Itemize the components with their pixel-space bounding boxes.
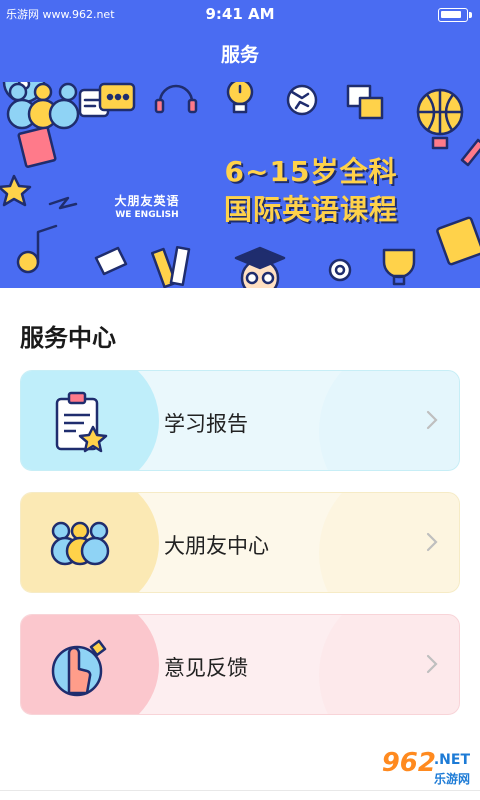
top-bar: 乐游网 www.962.net 9:41 AM 服务	[0, 0, 480, 82]
watermark-number: 962	[381, 748, 436, 778]
feedback-label: 意见反馈	[164, 656, 248, 680]
chevron-right-icon	[426, 654, 438, 674]
chevron-right-icon	[426, 532, 438, 552]
tag-icon	[94, 246, 128, 276]
star-icon	[0, 174, 32, 207]
status-time: 9:41 AM	[205, 5, 275, 23]
hand-feedback-icon	[51, 639, 107, 697]
abc-blocks-icon	[346, 84, 384, 120]
logo-circles-icon	[50, 521, 110, 566]
logo-chinese-name: 大朋友英语	[114, 194, 180, 208]
chevron-right-icon	[426, 410, 438, 430]
big-friend-center-label: 大朋友中心	[164, 534, 269, 558]
status-bar: 乐游网 www.962.net 9:41 AM	[0, 0, 480, 28]
banner-slogan-line2: 国际英语课程	[223, 193, 398, 226]
watermark-site-name: 乐游网	[433, 772, 470, 786]
pencil-icon	[460, 138, 480, 167]
headphones-icon	[154, 84, 198, 114]
balloon-icon	[416, 88, 464, 150]
study-report-label: 学习报告	[164, 412, 248, 436]
bolt-icon	[48, 196, 78, 210]
music-note-icon	[16, 224, 58, 274]
lifebuoy-icon	[328, 258, 352, 282]
study-report-card[interactable]: 学习报告	[20, 370, 460, 471]
graduate-icon	[234, 246, 286, 288]
section-title: 服务中心	[20, 324, 116, 352]
watermark-net: .NET	[433, 752, 470, 768]
trophy-icon	[382, 248, 416, 286]
pencil-ruler-icon	[150, 245, 191, 288]
bottom-divider	[0, 790, 480, 791]
logo-english-name: WE ENGLISH	[115, 210, 179, 220]
logo-icon	[6, 82, 80, 130]
battery-icon	[438, 8, 472, 22]
banner-slogan-line1: 6~15岁全科	[224, 155, 398, 188]
chat-bubble-icon	[78, 82, 136, 118]
globe-icon	[286, 84, 318, 116]
clipboard-star-icon	[55, 391, 108, 453]
feedback-card[interactable]: 意见反馈	[20, 614, 460, 715]
page-title: 服务	[220, 44, 259, 66]
big-friend-center-card[interactable]: 大朋友中心	[20, 492, 460, 593]
promo-banner[interactable]: 大朋友英语 WE ENGLISH 6~15岁全科 国际英语课程	[0, 82, 480, 288]
bulb-icon	[226, 82, 254, 114]
notebook-icon	[436, 216, 480, 266]
